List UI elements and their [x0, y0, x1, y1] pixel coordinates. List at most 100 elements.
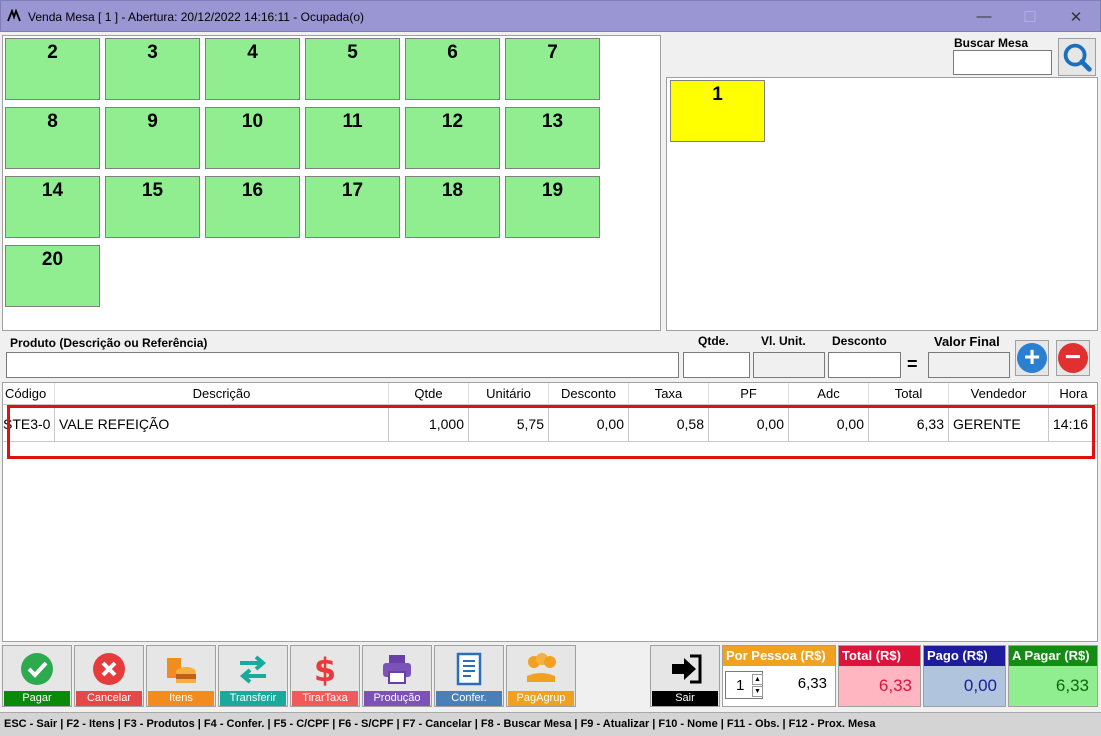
- column-header[interactable]: Descrição: [55, 383, 389, 405]
- table-cell-vendedor[interactable]: GERENTE: [949, 407, 1049, 441]
- table-cell-descricao[interactable]: VALE REFEIÇÃO: [55, 407, 389, 441]
- column-header[interactable]: Vendedor: [949, 383, 1049, 405]
- stepper-down-icon[interactable]: ▼: [752, 686, 763, 697]
- close-icon: ✕: [1069, 8, 1083, 26]
- column-header[interactable]: Adc: [789, 383, 869, 405]
- mesa-tile[interactable]: 7: [505, 38, 600, 100]
- table-cell-pf[interactable]: 0,00: [709, 407, 789, 441]
- action-button-label: Cancelar: [76, 691, 142, 706]
- action-button-label: Pagar: [4, 691, 70, 706]
- action-button-tirartaxa[interactable]: $ TirarTaxa: [290, 645, 360, 707]
- pago-label: Pago (R$): [924, 646, 1005, 666]
- table-cell-desconto[interactable]: 0,00: [549, 407, 629, 441]
- table-cell-total[interactable]: 6,33: [869, 407, 949, 441]
- qtde-input[interactable]: [683, 352, 750, 378]
- mesa-tile[interactable]: 5: [305, 38, 400, 100]
- action-button-itens[interactable]: Itens: [146, 645, 216, 707]
- mesa-tile[interactable]: 12: [405, 107, 500, 169]
- mesa-tile[interactable]: 8: [5, 107, 100, 169]
- action-button-pagagrup[interactable]: PagAgrup: [506, 645, 576, 707]
- remove-item-button[interactable]: −: [1056, 340, 1090, 376]
- desconto-input[interactable]: [828, 352, 901, 378]
- dollar-icon: $: [314, 652, 336, 686]
- mesa-tile[interactable]: 20: [5, 245, 100, 307]
- table-cell-unitario[interactable]: 5,75: [469, 407, 549, 441]
- people-count: 1: [736, 677, 745, 694]
- column-header[interactable]: Total: [869, 383, 949, 405]
- title-bar: Venda Mesa [ 1 ] - Abertura: 20/12/2022 …: [0, 0, 1101, 32]
- table-cell-adc[interactable]: 0,00: [789, 407, 869, 441]
- a-pagar-value: 6,33: [1055, 676, 1089, 695]
- maximize-button[interactable]: ☐: [1007, 1, 1053, 32]
- action-button-label: Confer.: [436, 691, 502, 706]
- mesa-tile[interactable]: 13: [505, 107, 600, 169]
- mesa-tile[interactable]: 4: [205, 38, 300, 100]
- window-title: Venda Mesa [ 1 ] - Abertura: 20/12/2022 …: [28, 10, 364, 24]
- table-cell-codigo[interactable]: STE3-0: [3, 407, 55, 441]
- add-item-button[interactable]: +: [1015, 340, 1049, 376]
- table-cell-taxa[interactable]: 0,58: [629, 407, 709, 441]
- action-button-produo[interactable]: Produção: [362, 645, 432, 707]
- action-button-sair[interactable]: Sair: [650, 645, 720, 707]
- action-button-confer[interactable]: Confer.: [434, 645, 504, 707]
- column-header[interactable]: Desconto: [549, 383, 629, 405]
- mesa-tile[interactable]: 2: [5, 38, 100, 100]
- plus-icon: +: [1017, 343, 1047, 373]
- mesa-tile[interactable]: 11: [305, 107, 400, 169]
- table-cell-hora[interactable]: 14:16: [1049, 407, 1097, 441]
- column-header[interactable]: PF: [709, 383, 789, 405]
- table-cell-qtde[interactable]: 1,000: [389, 407, 469, 441]
- pago-value: 0,00: [963, 676, 997, 695]
- mesa-tile[interactable]: 3: [105, 38, 200, 100]
- valor-final-label: Valor Final: [934, 334, 1000, 349]
- action-button-label: Produção: [364, 691, 430, 706]
- action-button-label: Itens: [148, 691, 214, 706]
- column-header[interactable]: Hora: [1049, 383, 1097, 405]
- mesa-tile[interactable]: 9: [105, 107, 200, 169]
- buscar-mesa-input[interactable]: [953, 50, 1052, 75]
- mesa-tile[interactable]: 10: [205, 107, 300, 169]
- mesa-tile[interactable]: 14: [5, 176, 100, 238]
- produto-input[interactable]: [6, 352, 679, 378]
- valor-final-field: [928, 352, 1010, 378]
- mesa-tile[interactable]: 17: [305, 176, 400, 238]
- search-icon: [1063, 43, 1092, 72]
- minimize-icon: —: [976, 8, 992, 25]
- por-pessoa-label: Por Pessoa (R$): [723, 646, 835, 666]
- search-button[interactable]: [1058, 38, 1096, 76]
- minimize-button[interactable]: —: [961, 1, 1007, 32]
- cancel-icon: [93, 653, 125, 685]
- shortcut-statusbar: ESC - Sair | F2 - Itens | F3 - Produtos …: [0, 712, 1101, 736]
- mesa-tile[interactable]: 19: [505, 176, 600, 238]
- action-button-label: TirarTaxa: [292, 691, 358, 706]
- document-icon: [456, 652, 482, 686]
- pago-box: Pago (R$) 0,00: [923, 645, 1006, 707]
- mesa-tile[interactable]: 18: [405, 176, 500, 238]
- minus-icon: −: [1058, 343, 1088, 373]
- column-header[interactable]: Unitário: [469, 383, 549, 405]
- action-button-label: Sair: [652, 691, 718, 706]
- column-header[interactable]: Taxa: [629, 383, 709, 405]
- people-stepper[interactable]: 1 ▲ ▼: [725, 671, 763, 699]
- qtde-label: Qtde.: [698, 334, 729, 348]
- column-header[interactable]: Código: [3, 383, 55, 405]
- a-pagar-box: A Pagar (R$) 6,33: [1008, 645, 1098, 707]
- action-button-cancelar[interactable]: Cancelar: [74, 645, 144, 707]
- produto-label: Produto (Descrição ou Referência): [10, 336, 208, 350]
- action-button-pagar[interactable]: Pagar: [2, 645, 72, 707]
- action-button-transferir[interactable]: Transferir: [218, 645, 288, 707]
- mesa-tile-selected[interactable]: 1: [670, 80, 765, 142]
- close-button[interactable]: ✕: [1053, 1, 1099, 32]
- exit-icon: [672, 654, 702, 684]
- mesa-tile[interactable]: 15: [105, 176, 200, 238]
- mesa-tile[interactable]: 6: [405, 38, 500, 100]
- por-pessoa-value: 6,33: [797, 675, 827, 692]
- por-pessoa-box: Por Pessoa (R$) 1 ▲ ▼ 6,33: [722, 645, 836, 707]
- column-header[interactable]: Qtde: [389, 383, 469, 405]
- check-icon: [21, 653, 53, 685]
- app-logo-icon: [7, 9, 21, 22]
- desconto-label: Desconto: [832, 334, 887, 348]
- mesa-tile[interactable]: 16: [205, 176, 300, 238]
- stepper-up-icon[interactable]: ▲: [752, 674, 763, 685]
- items-table[interactable]: Código Descrição Qtde Unitário Desconto Taxa P…: [2, 382, 1098, 642]
